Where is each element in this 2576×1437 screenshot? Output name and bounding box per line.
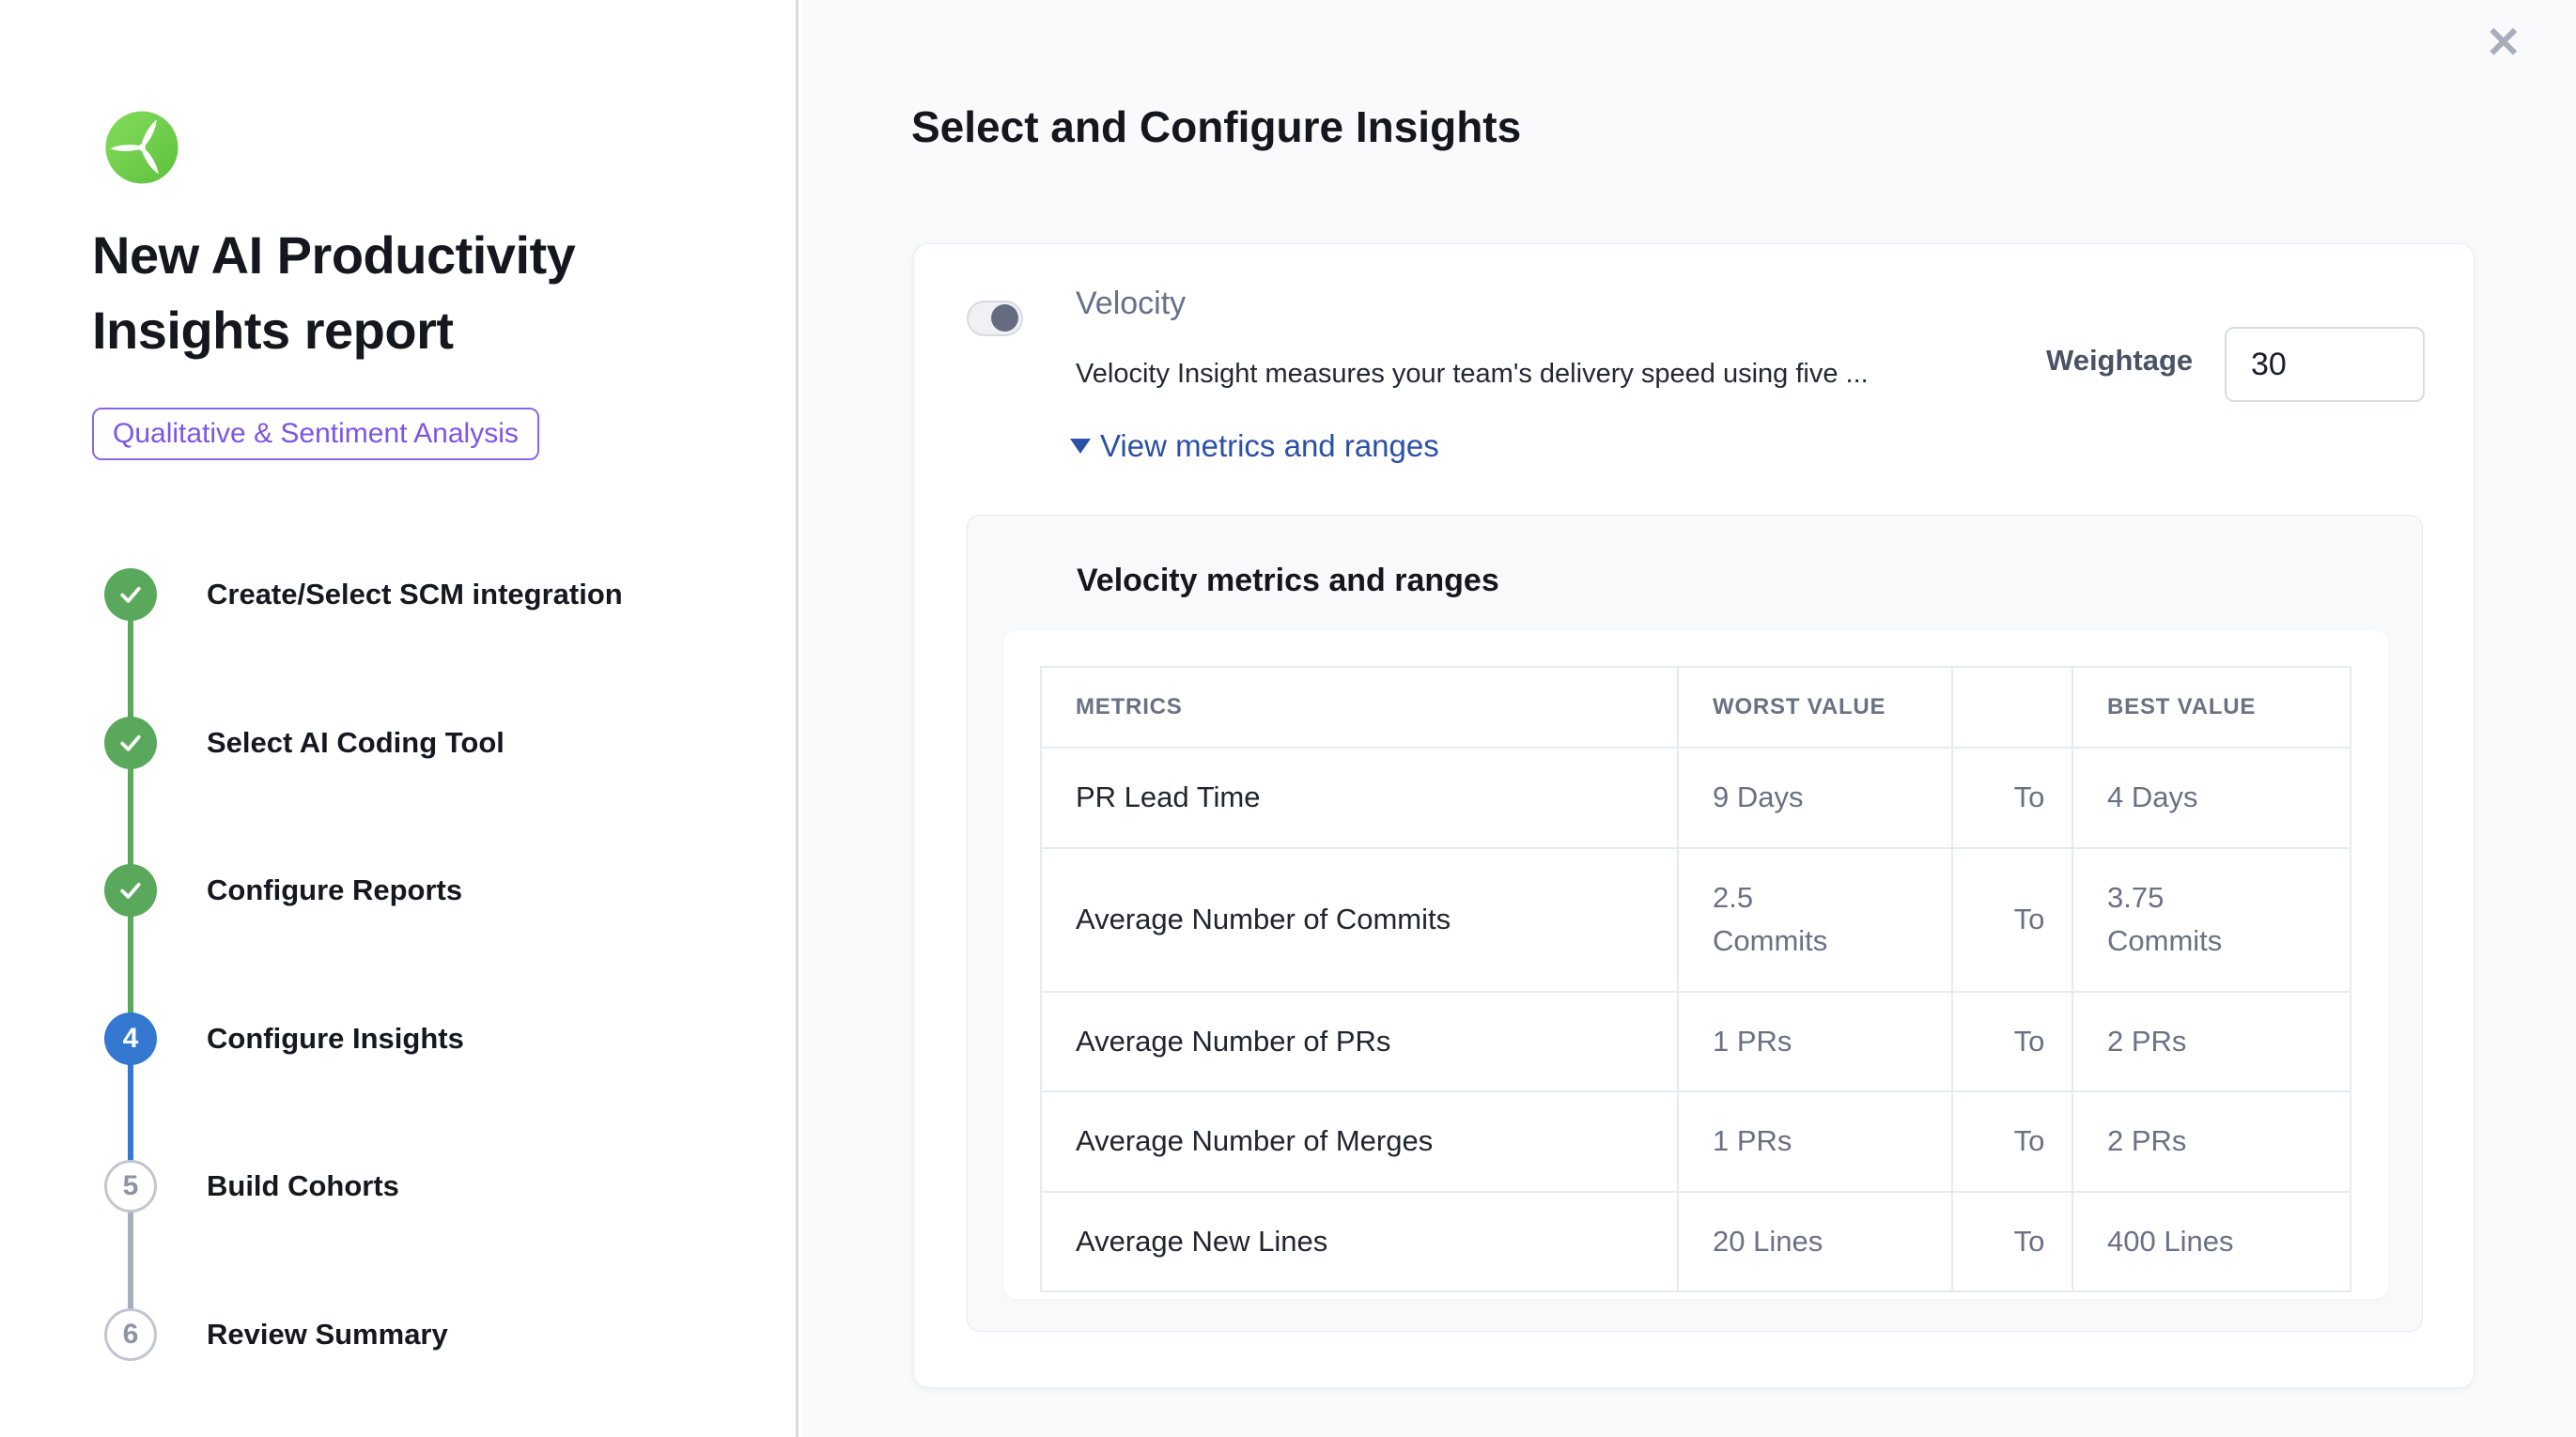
metrics-panel-title: Velocity metrics and ranges <box>1077 563 1499 599</box>
worst-value-text: 1 PRs <box>1713 1120 1792 1164</box>
check-icon <box>116 580 145 609</box>
step-number: 4 <box>123 1023 139 1055</box>
metric-name: PR Lead Time <box>1041 748 1678 848</box>
worst-value: 2.5 Commits <box>1678 848 1952 992</box>
metrics-ranges-panel: Velocity metrics and ranges Metrics Wors… <box>967 515 2423 1332</box>
best-value: 4 Days <box>2072 748 2351 848</box>
best-value-text: 2 PRs <box>2107 1120 2186 1164</box>
close-icon[interactable]: ✕ <box>2485 21 2522 64</box>
col-header-metrics: Metrics <box>1041 667 1678 748</box>
metric-name: Average Number of Commits <box>1041 848 1678 992</box>
to-label: To <box>1952 848 2072 992</box>
best-value-text: 2 PRs <box>2107 1020 2186 1064</box>
metric-name: Average Number of PRs <box>1041 992 1678 1092</box>
configure-insights-panel: ✕ Select and Configure Insights Velocity… <box>801 0 2576 1437</box>
best-value: 3.75 Commits <box>2072 848 2351 992</box>
worst-value: 1 PRs <box>1678 992 1952 1092</box>
to-label: To <box>1952 748 2072 848</box>
check-icon <box>116 729 145 757</box>
best-value-text: 4 Days <box>2107 776 2197 820</box>
to-label: To <box>1952 1091 2072 1192</box>
to-label: To <box>1952 1192 2072 1292</box>
velocity-toggle[interactable] <box>967 301 1023 336</box>
best-value: 2 PRs <box>2072 1091 2351 1192</box>
step-label-reports[interactable]: Configure Reports <box>207 871 462 910</box>
best-value-text: 400 Lines <box>2107 1220 2233 1264</box>
to-label: To <box>1952 992 2072 1092</box>
table-row: Average Number of Merges 1 PRs To 2 PRs <box>1041 1091 2351 1192</box>
view-metrics-link[interactable]: View metrics and ranges <box>1070 428 1439 464</box>
velocity-insight-card: Velocity Velocity Insight measures your … <box>913 243 2475 1388</box>
view-metrics-link-label: View metrics and ranges <box>1100 428 1439 464</box>
app-window: New AI Productivity Insights report Qual… <box>0 0 2576 1437</box>
best-value: 400 Lines <box>2072 1192 2351 1292</box>
table-row: Average Number of Commits 2.5 Commits To… <box>1041 848 2351 992</box>
step-indicator-ai-tool[interactable] <box>104 717 157 769</box>
panel-title: Select and Configure Insights <box>911 101 1521 152</box>
col-header-worst-value: Worst Value <box>1678 667 1952 748</box>
step-label-scm[interactable]: Create/Select SCM integration <box>207 575 623 614</box>
worst-value-text: 20 Lines <box>1713 1220 1823 1264</box>
table-header-row: Metrics Worst Value Best Value <box>1041 667 2351 748</box>
step-label-ai-tool[interactable]: Select AI Coding Tool <box>207 723 504 763</box>
step-indicator-summary[interactable]: 6 <box>104 1308 157 1361</box>
step-number: 5 <box>123 1170 139 1202</box>
step-indicator-insights[interactable]: 4 <box>104 1012 157 1065</box>
insight-description: Velocity Insight measures your team's de… <box>1076 359 2034 390</box>
worst-value: 9 Days <box>1678 748 1952 848</box>
best-value: 2 PRs <box>2072 992 2351 1092</box>
report-title: New AI Productivity Insights report <box>92 218 693 368</box>
step-indicator-scm[interactable] <box>104 568 157 621</box>
step-label-insights[interactable]: Configure Insights <box>207 1019 464 1058</box>
worst-value-text: 9 Days <box>1713 776 1803 820</box>
step-number: 6 <box>123 1319 139 1351</box>
caret-down-icon <box>1070 439 1091 454</box>
insight-name: Velocity <box>1076 286 1186 322</box>
wizard-sidebar: New AI Productivity Insights report Qual… <box>0 0 799 1437</box>
metric-name: Average Number of Merges <box>1041 1091 1678 1192</box>
best-value-text: 3.75 Commits <box>2107 876 2248 964</box>
toggle-knob <box>991 304 1018 332</box>
worst-value-text: 2.5 Commits <box>1713 876 1854 964</box>
table-row: Average New Lines 20 Lines To 400 Lines <box>1041 1192 2351 1292</box>
worst-value: 1 PRs <box>1678 1091 1952 1192</box>
metric-name: Average New Lines <box>1041 1192 1678 1292</box>
col-header-spacer <box>1952 667 2072 748</box>
worst-value: 20 Lines <box>1678 1192 1952 1292</box>
metrics-table-card: Metrics Worst Value Best Value PR Lead T… <box>1003 630 2388 1299</box>
step-label-summary[interactable]: Review Summary <box>207 1315 448 1354</box>
table-row: Average Number of PRs 1 PRs To 2 PRs <box>1041 992 2351 1092</box>
col-header-best-value: Best Value <box>2072 667 2351 748</box>
metrics-table: Metrics Worst Value Best Value PR Lead T… <box>1040 666 2351 1292</box>
weightage-label: Weightage <box>2046 344 2193 378</box>
check-icon <box>116 876 145 904</box>
analysis-type-badge: Qualitative & Sentiment Analysis <box>92 408 539 460</box>
step-indicator-cohorts[interactable]: 5 <box>104 1160 157 1213</box>
table-row: PR Lead Time 9 Days To 4 Days <box>1041 748 2351 848</box>
weightage-input[interactable] <box>2225 327 2425 402</box>
propeller-logo-icon <box>103 109 180 186</box>
step-label-cohorts[interactable]: Build Cohorts <box>207 1167 399 1206</box>
step-indicator-reports[interactable] <box>104 864 157 917</box>
worst-value-text: 1 PRs <box>1713 1020 1792 1064</box>
